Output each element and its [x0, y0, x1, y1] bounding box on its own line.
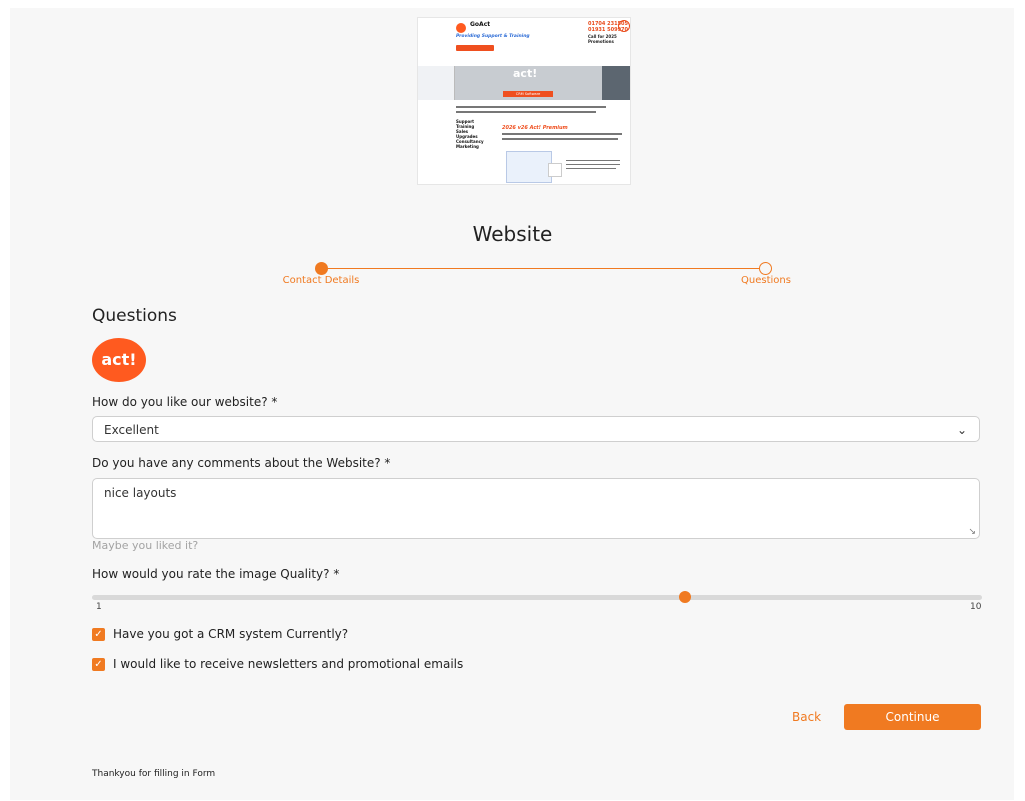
newsletter-label[interactable]: I would like to receive newsletters and …: [113, 657, 463, 671]
slider-max-label: 10: [970, 602, 982, 612]
resize-handle-icon[interactable]: ↘: [968, 527, 976, 537]
banner-text-line: [456, 106, 606, 108]
banner-service-list: Support Training Sales Upgrades Consulta…: [456, 119, 484, 149]
footer-text: Thankyou for filling in Form: [92, 769, 216, 779]
banner-text-line: [456, 111, 596, 113]
goact-logo-icon: [456, 23, 466, 33]
banner-tagline: Providing Support & Training: [456, 34, 530, 39]
back-button[interactable]: Back: [792, 710, 821, 724]
banner-text-line: [502, 133, 622, 135]
continue-button[interactable]: Continue: [844, 704, 981, 730]
banner-text-line: [502, 138, 618, 140]
question-website-label: How do you like our website? *: [92, 395, 278, 409]
step-contact-details-label[interactable]: Contact Details: [251, 275, 391, 286]
section-title: Questions: [92, 306, 177, 326]
banner-text-line: [566, 160, 620, 161]
step-questions-label[interactable]: Questions: [696, 275, 836, 286]
slider-min-label: 1: [96, 602, 102, 612]
question-comments-label: Do you have any comments about the Websi…: [92, 456, 391, 470]
act-logo: act!: [92, 338, 146, 382]
banner-screenshot-right: [602, 66, 630, 100]
page-title: Website: [472, 222, 553, 246]
chevron-down-icon: ⌄: [956, 423, 967, 437]
banner-badge-icon: [618, 20, 630, 32]
comments-value: nice layouts: [104, 486, 177, 500]
stepper-line: [322, 268, 766, 269]
banner-premium-text: 2026 v26 Act! Premium: [502, 125, 568, 131]
newsletter-checkbox[interactable]: ✓: [92, 658, 105, 671]
banner-text-line: [566, 164, 620, 165]
website-rating-select[interactable]: Excellent ⌄: [92, 416, 980, 442]
banner-button: [456, 45, 494, 51]
banner-act-text: act!: [513, 67, 538, 80]
comments-hint: Maybe you liked it?: [92, 539, 199, 552]
banner-text-line: [566, 168, 616, 169]
question-image-quality-label: How would you rate the image Quality? *: [92, 567, 340, 581]
banner-product-icon: [548, 163, 562, 177]
step-contact-details-dot[interactable]: [315, 262, 328, 275]
banner-call-text: Call for 2025 Promotions: [588, 34, 617, 44]
banner-product-screenshot: [506, 151, 552, 183]
image-quality-slider-track[interactable]: [92, 595, 982, 600]
banner-crm-label: CRM Software: [503, 91, 553, 97]
banner-brand: GoAct: [470, 21, 491, 28]
crm-system-checkbox[interactable]: ✓: [92, 628, 105, 641]
crm-system-label[interactable]: Have you got a CRM system Currently?: [113, 627, 348, 641]
banner-service-item: Marketing: [456, 144, 479, 149]
step-questions-dot[interactable]: [759, 262, 772, 275]
goact-banner-image: GoAct Providing Support & Training 01704…: [417, 17, 631, 185]
comments-textarea[interactable]: nice layouts ↘: [92, 478, 980, 539]
banner-screenshot-left: [418, 66, 455, 100]
website-rating-value: Excellent: [104, 423, 159, 437]
